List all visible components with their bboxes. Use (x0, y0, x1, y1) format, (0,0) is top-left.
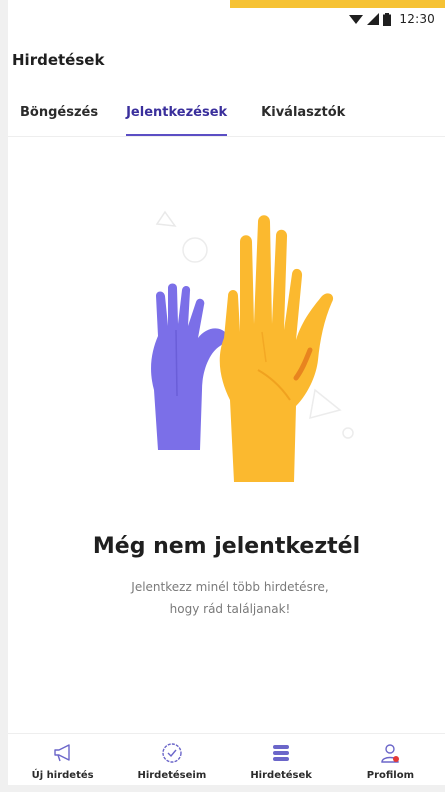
nav-hirdetesek[interactable]: Hirdetések (231, 734, 331, 781)
empty-state-title: Még nem jelentkeztél (92, 534, 361, 559)
frame-left-border (0, 0, 8, 792)
app-bar: Hirdetések (8, 30, 445, 90)
megaphone-icon (53, 744, 70, 762)
tab-kivalasztok[interactable]: Kiválasztók (261, 96, 345, 136)
nav-hirdeteseim[interactable]: Hirdetéseim (122, 734, 222, 781)
nav-label: Új hirdetés (31, 770, 94, 781)
tab-jelentkezesek[interactable]: Jelentkezések (126, 96, 228, 136)
nav-label: Hirdetéseim (137, 770, 207, 781)
battery-icon (383, 12, 392, 26)
tab-bongeszes[interactable]: Böngészés (20, 96, 98, 136)
wifi-icon (349, 15, 364, 24)
status-time: 12:30 (399, 12, 435, 26)
nav-uj-hirdetes[interactable]: Új hirdetés (13, 734, 113, 781)
list-stack-icon (273, 745, 290, 761)
page-title: Hirdetések (12, 51, 105, 69)
user-icon (381, 744, 400, 763)
frame-bottom-border (0, 784, 445, 792)
raised-hands-illustration (151, 210, 354, 482)
status-bar: 12:30 (8, 8, 445, 30)
signal-icon (367, 13, 380, 25)
nav-profilom[interactable]: Profilom (340, 734, 440, 781)
empty-state-subtitle-line-1: Jelentkezz minél több hirdetésre, (131, 580, 329, 594)
top-accent-bar (230, 0, 445, 8)
tab-bar: Böngészés Jelentkezések Kiválasztók (8, 96, 445, 137)
nav-label: Profilom (366, 770, 414, 781)
empty-state-subtitle: Jelentkezz minél több hirdetésre, hogy r… (80, 576, 380, 620)
nav-label: Hirdetések (250, 770, 312, 781)
check-circle-icon (162, 743, 182, 763)
empty-state-subtitle-line-2: hogy rád találjanak! (169, 602, 291, 616)
bottom-navigation: Új hirdetés Hirdetéseim Hirdetések Profi… (8, 733, 445, 785)
status-icons (349, 12, 392, 26)
